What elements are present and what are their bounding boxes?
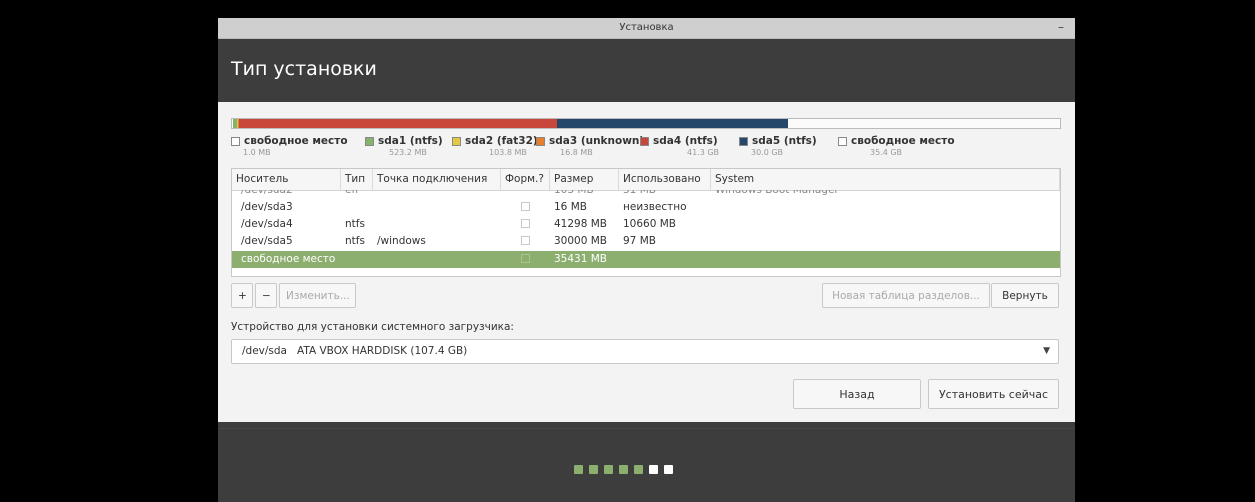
minimize-icon[interactable]: – [1055, 18, 1067, 38]
legend-item: sda4 (ntfs) 41.3 GB [640, 135, 719, 157]
table-cell-device: /dev/sda5 [241, 235, 293, 247]
legend-size: 16.8 MB [560, 148, 593, 157]
table-row[interactable]: /dev/sda5 ntfs/windows 30000 MB 97 MB [232, 233, 1060, 250]
column-header[interactable]: Тип [341, 169, 373, 190]
bootloader-device-select[interactable]: /dev/sda ATA VBOX HARDDISK (107.4 GB) ▼ [231, 339, 1059, 364]
legend-swatch [365, 136, 374, 146]
revert-button[interactable]: Вернуть [991, 283, 1059, 308]
format-checkbox[interactable] [521, 254, 530, 263]
table-row[interactable]: /dev/sda4 ntfs 41298 MB 10660 MB [232, 216, 1060, 233]
progress-dot [664, 465, 673, 474]
table-row[interactable]: /dev/sda3 16 MB неизвестно [232, 199, 1060, 216]
legend-label: sda4 (ntfs) [653, 135, 718, 147]
legend-size: 1.0 MB [243, 148, 271, 157]
format-checkbox[interactable] [521, 236, 530, 245]
table-cell-system: Windows Boot Manager [715, 190, 839, 196]
column-header[interactable]: Форм.? [501, 169, 550, 190]
legend-label: свободное место [851, 135, 955, 147]
back-button[interactable]: Назад [793, 379, 921, 409]
progress-dot [634, 465, 643, 474]
legend-item: sda1 (ntfs) 523.2 MB [365, 135, 443, 157]
legend-item: свободное место 1.0 MB [231, 135, 348, 157]
column-header[interactable]: Использовано [619, 169, 711, 190]
legend-size: 35.4 GB [870, 148, 903, 157]
table-cell-device: /dev/sda2 [241, 190, 293, 196]
format-checkbox[interactable] [521, 219, 530, 228]
table-cell-used: 10660 MB [623, 218, 677, 230]
legend-item: sda3 (unknown) 16.8 MB [536, 135, 644, 157]
table-cell-device: свободное место [241, 253, 336, 265]
install-now-button[interactable]: Установить сейчас [928, 379, 1059, 409]
window-title: Установка [619, 22, 674, 33]
progress-dot [649, 465, 658, 474]
legend-item: sda2 (fat32) 103.8 MB [452, 135, 538, 157]
legend-swatch [231, 136, 240, 146]
legend-swatch [536, 136, 545, 146]
content-panel: свободное место 1.0 MB sda1 (ntfs) 523.2 MB… [218, 102, 1075, 422]
table-header: Носитель Тип Точка подключения Форм.? Размер… [232, 169, 1060, 191]
table-cell-used: 31 MB [623, 190, 656, 196]
table-row[interactable]: /dev/sda2 efi 103 MB 31 MB Windows Boot Mana… [232, 190, 1060, 199]
legend-label: sda5 (ntfs) [752, 135, 817, 147]
table-row[interactable]: свободное место 35431 MB [232, 251, 1060, 268]
table-cell-size: 16 MB [554, 201, 587, 213]
new-partition-table-button[interactable]: Новая таблица разделов... [822, 283, 990, 308]
partition-legend: свободное место 1.0 MB sda1 (ntfs) 523.2 MB… [231, 135, 1071, 165]
progress-dot [619, 465, 628, 474]
format-checkbox[interactable] [521, 202, 530, 211]
partition-bar-segment [239, 119, 557, 128]
partition-bar-segment [788, 119, 1060, 128]
progress-dot [574, 465, 583, 474]
legend-label: sda3 (unknown) [549, 135, 645, 147]
footer [218, 428, 1075, 502]
legend-swatch [640, 136, 649, 146]
installer-window: Установка – Тип установки свободное мест… [218, 18, 1075, 502]
table-cell-type: ntfs [345, 235, 365, 247]
bootloader-label: Устройство для установки системного загр… [231, 321, 514, 333]
table-cell-size: 30000 MB [554, 235, 608, 247]
table-cell-device: /dev/sda3 [241, 201, 293, 213]
column-header[interactable]: Точка подключения [373, 169, 501, 190]
column-header[interactable]: Размер [550, 169, 619, 190]
table-cell-used: 97 MB [623, 235, 656, 247]
legend-label: sda1 (ntfs) [378, 135, 443, 147]
table-cell-mount: /windows [377, 235, 426, 247]
legend-size: 30.0 GB [751, 148, 784, 157]
bootloader-device: /dev/sda [242, 345, 287, 357]
progress-dots [574, 464, 679, 477]
legend-label: свободное место [244, 135, 348, 147]
table-cell-type: efi [345, 190, 359, 196]
table-cell-used: неизвестно [623, 201, 687, 213]
title-bar: Установка – [218, 18, 1075, 39]
table-cell-size: 35431 MB [554, 253, 608, 265]
change-partition-button[interactable]: Изменить... [279, 283, 356, 308]
legend-swatch [452, 136, 461, 146]
table-cell-type: ntfs [345, 218, 365, 230]
bootloader-device-description: ATA VBOX HARDDISK (107.4 GB) [297, 345, 468, 357]
legend-size: 103.8 MB [489, 148, 527, 157]
legend-swatch [739, 136, 748, 146]
table-cell-size: 41298 MB [554, 218, 608, 230]
progress-dot [604, 465, 613, 474]
page-title: Тип установки [231, 58, 377, 80]
column-header[interactable]: Носитель [232, 169, 341, 190]
add-partition-button[interactable]: + [231, 283, 253, 308]
legend-label: sda2 (fat32) [465, 135, 538, 147]
partition-bar-segment [557, 119, 788, 128]
table-cell-device: /dev/sda4 [241, 218, 293, 230]
column-header[interactable]: System [711, 169, 1060, 190]
legend-size: 41.3 GB [687, 148, 720, 157]
remove-partition-button[interactable]: − [255, 283, 277, 308]
legend-item: свободное место 35.4 GB [838, 135, 955, 157]
partition-bar [231, 118, 1061, 129]
progress-dot [589, 465, 598, 474]
legend-item: sda5 (ntfs) 30.0 GB [739, 135, 817, 157]
legend-swatch [838, 136, 847, 146]
chevron-down-icon: ▼ [1043, 346, 1050, 356]
legend-size: 523.2 MB [389, 148, 427, 157]
table-cell-size: 103 MB [554, 190, 594, 196]
partition-table[interactable]: Носитель Тип Точка подключения Форм.? Размер… [231, 168, 1061, 277]
